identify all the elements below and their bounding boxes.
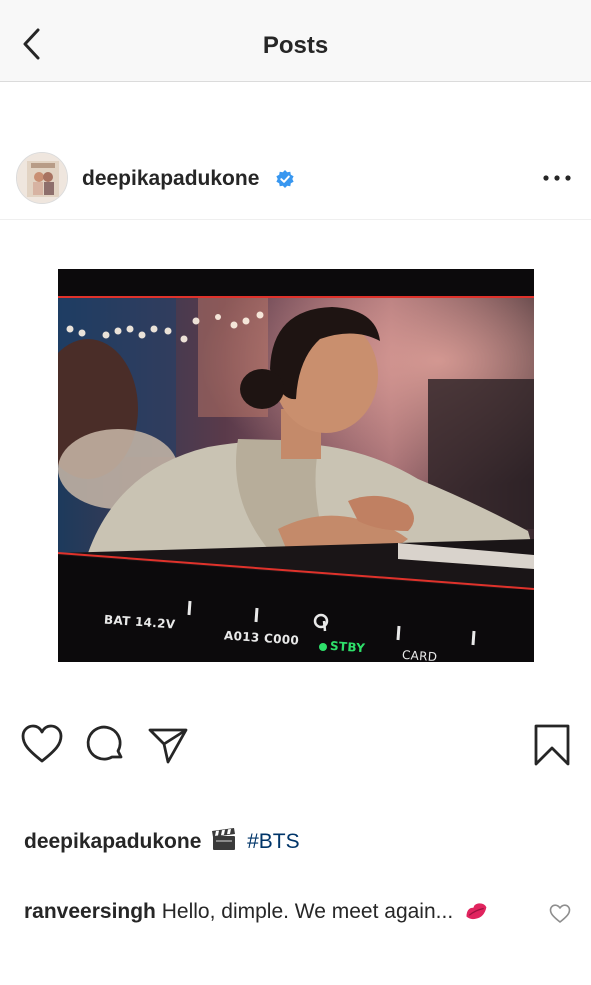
heart-icon: [549, 904, 571, 923]
comment-text: Hello, dimple. We meet again...: [161, 900, 454, 923]
comment-like-button[interactable]: [549, 903, 571, 925]
hashtag-link[interactable]: #BTS: [247, 830, 300, 853]
clapper-board-icon: [211, 827, 237, 857]
top-navigation-bar: Posts: [0, 0, 591, 82]
save-button[interactable]: [530, 722, 574, 766]
paper-plane-icon: [148, 728, 188, 764]
post-photo-image: [58, 269, 534, 662]
bookmark-icon: [534, 724, 570, 766]
post-photo[interactable]: BAT 14.2V A013 C000 STBY CARD: [58, 269, 534, 662]
comment-button[interactable]: [84, 722, 128, 766]
more-horizontal-icon: [543, 175, 571, 181]
comment-username[interactable]: ranveersingh: [24, 900, 156, 923]
more-options-button[interactable]: [540, 168, 574, 188]
card-readout: CARD: [401, 647, 438, 662]
status-readout: STBY: [329, 638, 366, 656]
heart-icon: [21, 724, 63, 763]
page-title: Posts: [262, 32, 329, 59]
post-header: deepikapadukone: [0, 140, 591, 220]
profile-avatar[interactable]: [16, 152, 68, 204]
like-button[interactable]: [20, 722, 64, 766]
avatar-image: [17, 153, 67, 203]
share-button[interactable]: [146, 722, 190, 766]
comment-row: ranveersingh Hello, dimple. We meet agai…: [24, 900, 489, 928]
post-username[interactable]: deepikapadukone: [82, 167, 259, 191]
kiss-mark-icon: [463, 900, 489, 928]
comment-icon: [86, 725, 123, 761]
post-caption: deepikapadukone #BTS: [24, 827, 300, 857]
verified-badge-icon: [276, 170, 294, 188]
caption-username[interactable]: deepikapadukone: [24, 830, 201, 853]
post-actions: [0, 722, 591, 772]
